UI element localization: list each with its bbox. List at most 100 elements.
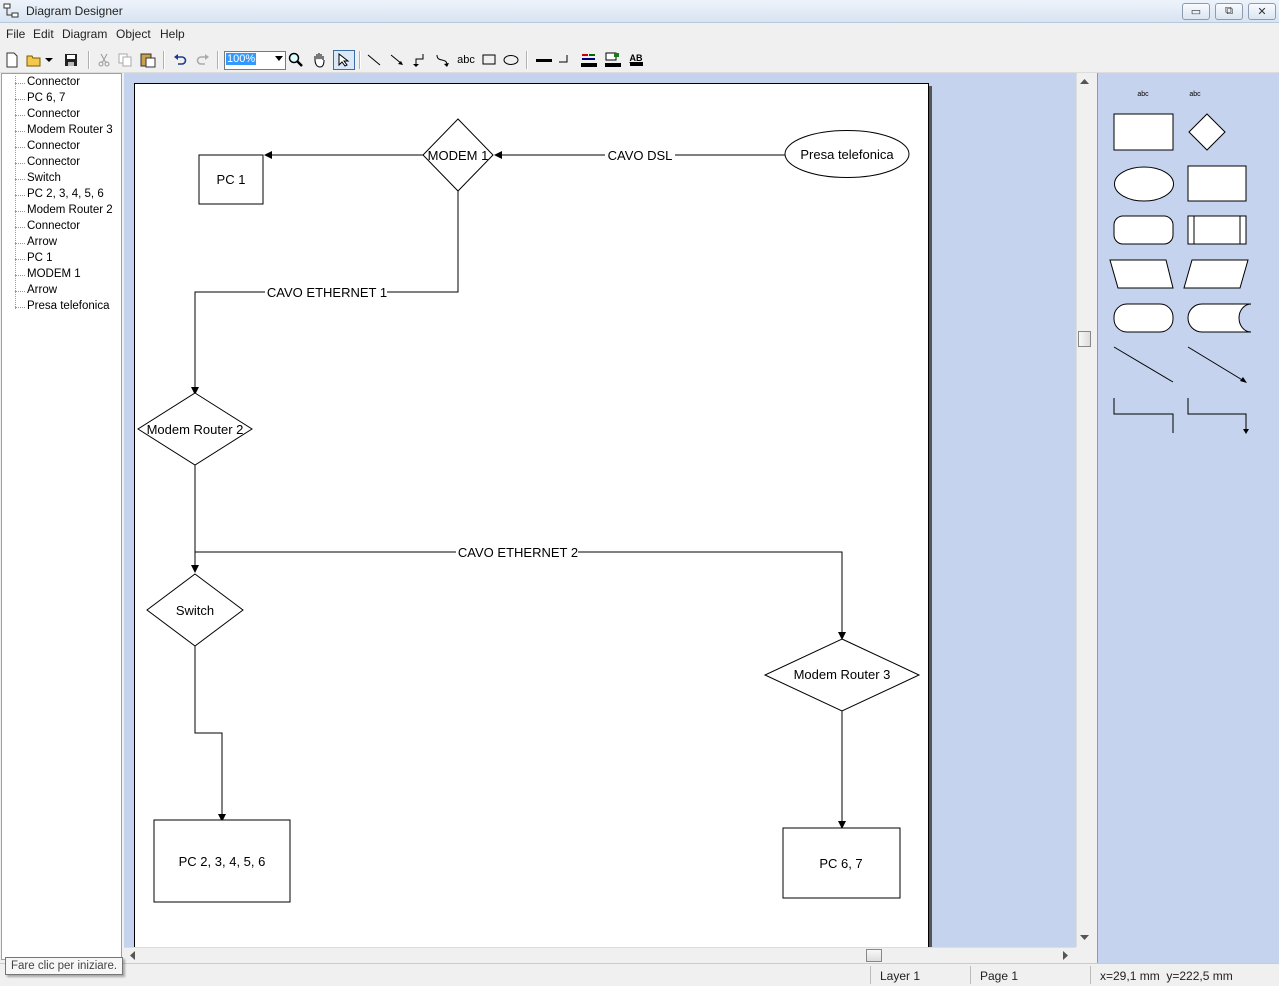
palette-stored-data[interactable] (1187, 303, 1252, 333)
curve-tool-button[interactable] (433, 51, 451, 69)
palette-line[interactable] (1113, 346, 1174, 383)
scroll-left-icon[interactable] (130, 951, 136, 960)
magnifier-icon (288, 52, 303, 67)
redo-button[interactable] (194, 51, 212, 69)
new-button[interactable] (3, 51, 21, 69)
node-presa-telefonica[interactable]: Presa telefonica (784, 130, 910, 178)
toolbar-separator (359, 51, 361, 69)
node-switch[interactable]: Switch (146, 573, 244, 647)
palette-predefined-process[interactable] (1187, 215, 1247, 245)
zoom-select[interactable]: 100% (224, 51, 286, 70)
app-icon (3, 3, 19, 18)
line-width-button[interactable] (535, 51, 553, 69)
palette-ellipse[interactable] (1114, 166, 1174, 202)
horizontal-scrollbar[interactable] (124, 947, 1076, 963)
node-pc67[interactable]: PC 6, 7 (782, 827, 901, 899)
paste-button[interactable] (139, 51, 157, 69)
cut-button[interactable] (95, 51, 113, 69)
vertical-scrollbar[interactable] (1076, 73, 1092, 947)
palette-parallelogram-left[interactable] (1109, 259, 1174, 289)
line-color-button[interactable] (580, 51, 598, 69)
tree-connector-line (15, 291, 25, 292)
menu-diagram[interactable]: Diagram (62, 27, 107, 41)
palette-elbow-arrow[interactable] (1187, 398, 1247, 430)
minimize-icon: ▭ (1190, 6, 1202, 18)
text-tool-button[interactable]: abc (455, 51, 477, 69)
tree-item[interactable]: Switch (27, 172, 61, 184)
vertical-scroll-thumb[interactable] (1078, 331, 1091, 347)
toolbar: 100% abc AB (0, 48, 1279, 73)
open-button[interactable] (25, 51, 43, 69)
paste-icon (140, 53, 156, 68)
tree-item[interactable]: Connector (27, 108, 80, 120)
diagram-canvas[interactable]: CAVO DSL CAVO ETHERNET 1 CAVO ETHERNET 2… (124, 73, 1076, 947)
fill-color-button[interactable] (604, 51, 622, 69)
menu-help[interactable]: Help (160, 27, 185, 41)
tree-connector-line (15, 227, 25, 228)
node-modem-router-2[interactable]: Modem Router 2 (137, 392, 253, 466)
palette-process[interactable] (1187, 165, 1247, 202)
tree-item[interactable]: Modem Router 2 (27, 204, 113, 216)
undo-button[interactable] (171, 51, 189, 69)
pan-button[interactable] (310, 51, 328, 69)
palette-rectangle[interactable] (1113, 113, 1174, 151)
arrow-tool-button[interactable] (388, 51, 406, 69)
tree-item[interactable]: Connector (27, 76, 80, 88)
node-pc23456[interactable]: PC 2, 3, 4, 5, 6 (153, 819, 291, 903)
palette-elbow-connector[interactable] (1113, 398, 1174, 433)
node-modem1[interactable]: MODEM 1 (422, 118, 494, 192)
tree-item[interactable]: Arrow (27, 236, 57, 248)
connector-switch-pc23456[interactable] (194, 646, 226, 822)
tree-item[interactable]: Connector (27, 140, 80, 152)
diagram-page[interactable]: CAVO DSL CAVO ETHERNET 1 CAVO ETHERNET 2… (134, 83, 929, 947)
maximize-button[interactable]: ⧉ (1215, 3, 1243, 20)
node-pc1[interactable]: PC 1 (198, 154, 264, 205)
node-pc67-label: PC 6, 7 (819, 856, 862, 871)
palette-parallelogram-right[interactable] (1183, 259, 1249, 289)
scroll-down-icon[interactable] (1080, 935, 1089, 941)
line-tool-button[interactable] (365, 51, 383, 69)
pointer-icon (338, 53, 350, 67)
tree-item[interactable]: PC 6, 7 (27, 92, 65, 104)
scroll-up-icon[interactable] (1080, 79, 1089, 85)
text-format-label: AB (629, 54, 643, 66)
open-dropdown[interactable] (44, 51, 54, 69)
tree-item[interactable]: Arrow (27, 284, 57, 296)
text-format-button[interactable]: AB (627, 51, 645, 69)
palette-rounded-rectangle[interactable] (1113, 215, 1174, 245)
close-icon: ✕ (1257, 6, 1267, 18)
tree-item[interactable]: MODEM 1 (27, 268, 81, 280)
select-tool-button[interactable] (333, 50, 355, 70)
rectangle-tool-button[interactable] (480, 51, 498, 69)
menu-file[interactable]: File (6, 27, 25, 41)
node-modem-router-3[interactable]: Modem Router 3 (763, 638, 921, 712)
ellipse-tool-button[interactable] (502, 51, 520, 69)
title-bar: Diagram Designer ▭ ⧉ ✕ (0, 0, 1279, 23)
tree-item[interactable]: Modem Router 3 (27, 124, 113, 136)
text-tool-label: abc (457, 54, 475, 66)
tree-item[interactable]: Connector (27, 220, 80, 232)
palette-arrow[interactable] (1187, 346, 1245, 382)
menu-object[interactable]: Object (116, 27, 151, 41)
line-style-button[interactable] (556, 51, 574, 69)
palette-terminator[interactable] (1113, 303, 1174, 333)
copy-button[interactable] (116, 51, 134, 69)
toolbar-separator (526, 51, 528, 69)
connector-tool-button[interactable] (410, 51, 428, 69)
tree-item[interactable]: Connector (27, 156, 80, 168)
tree-item[interactable]: PC 1 (27, 252, 53, 264)
minimize-button[interactable]: ▭ (1182, 3, 1210, 20)
connector-cavo-ethernet-2[interactable] (195, 551, 846, 640)
close-button[interactable]: ✕ (1248, 3, 1276, 20)
tree-item[interactable]: PC 2, 3, 4, 5, 6 (27, 188, 104, 200)
scroll-right-icon[interactable] (1063, 951, 1069, 960)
object-tree[interactable]: Connector PC 6, 7 Connector Modem Router 3 C… (1, 73, 122, 960)
zoom-button[interactable] (287, 51, 305, 69)
tree-item[interactable]: Presa telefonica (27, 300, 109, 312)
horizontal-scroll-thumb[interactable] (866, 949, 882, 962)
palette-text-style-2[interactable]: abc (1189, 91, 1201, 98)
palette-diamond[interactable] (1188, 113, 1226, 151)
save-button[interactable] (62, 51, 80, 69)
menu-edit[interactable]: Edit (33, 27, 54, 41)
palette-text-style-1[interactable]: abc (1137, 91, 1149, 98)
